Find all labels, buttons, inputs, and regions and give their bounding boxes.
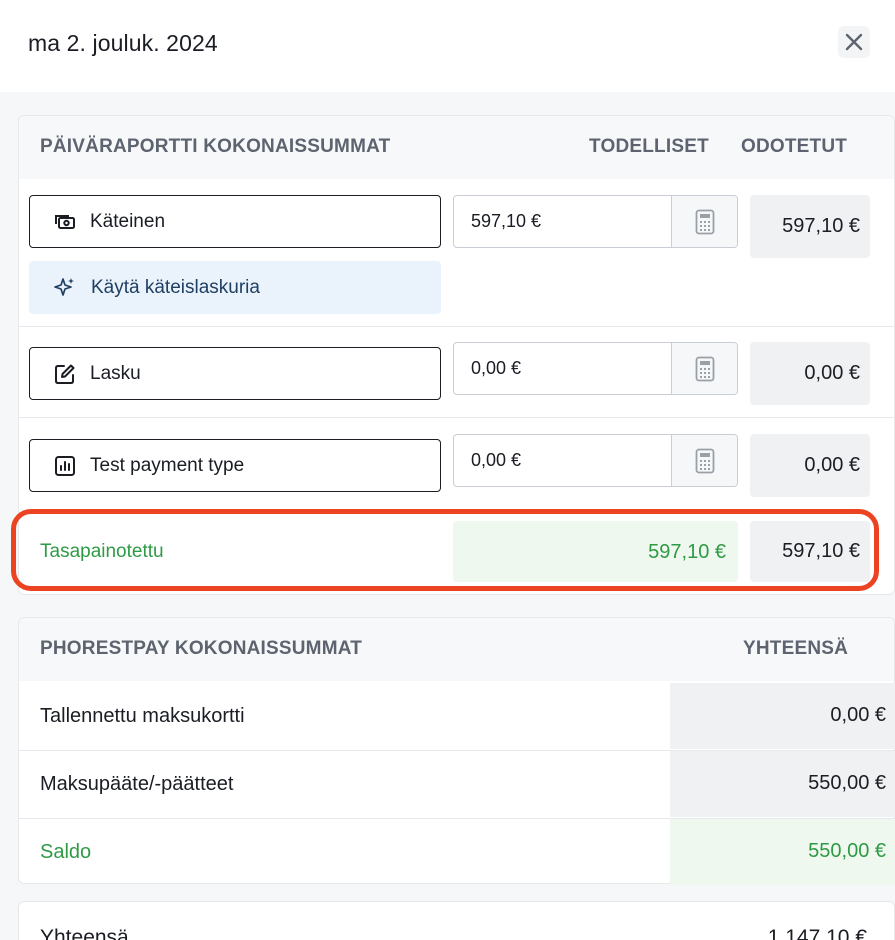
cash-calculator-button[interactable] (671, 196, 737, 247)
calculator-icon (695, 356, 714, 381)
expected-column-header: ODOTETUT (741, 136, 848, 157)
test-payment-button[interactable]: Test payment type (29, 439, 441, 492)
invoice-calculator-button[interactable] (671, 343, 737, 394)
table-row: Maksupääte/-päätteet 550,00 € (19, 751, 895, 818)
grand-total-card: Yhteensä 1 147,10 € (18, 901, 895, 940)
phorestpay-header: PHORESTPAY KOKONAISSUMMAT YHTEENSÄ (19, 618, 894, 681)
balanced-label: Tasapainotettu (40, 541, 164, 562)
modal-header: ma 2. jouluk. 2024 (0, 0, 895, 92)
cash-actual-field[interactable]: 597,10 € (453, 195, 738, 248)
invoice-payment-label: Lasku (90, 362, 141, 384)
table-row: Tallennettu maksukortti 0,00 € (19, 683, 895, 750)
saldo-value: 550,00 € (808, 840, 886, 862)
invoice-expected-value-box: 0,00 € (750, 342, 870, 405)
invoice-actual-field[interactable]: 0,00 € (453, 342, 738, 395)
close-icon (845, 33, 863, 51)
invoice-actual-value: 0,00 € (471, 358, 522, 378)
terminal-value-box: 550,00 € (670, 751, 895, 817)
saldo-value-box: 550,00 € (670, 819, 895, 885)
test-payment-actual-field[interactable]: 0,00 € (453, 434, 738, 487)
cash-icon (55, 214, 75, 229)
saldo-label: Saldo (40, 841, 92, 863)
daily-report-header: PÄIVÄRAPORTTI KOKONAISSUMMAT TODELLISET … (19, 116, 894, 179)
grand-total-value: 1 147,10 € (767, 926, 867, 940)
test-payment-label: Test payment type (90, 454, 245, 476)
test-payment-expected-value-box: 0,00 € (750, 434, 870, 497)
saved-card-value: 0,00 € (830, 704, 886, 726)
invoice-payment-button[interactable]: Lasku (29, 347, 441, 400)
saved-card-label: Tallennettu maksukortti (40, 705, 245, 727)
terminal-label: Maksupääte/-päätteet (40, 773, 234, 795)
edit-icon (55, 364, 75, 384)
cash-payment-label: Käteinen (90, 210, 166, 232)
grand-total-label: Yhteensä (40, 926, 129, 940)
phorestpay-title: PHORESTPAY KOKONAISSUMMAT (40, 638, 363, 659)
daily-report-title: PÄIVÄRAPORTTI KOKONAISSUMMAT (40, 136, 391, 157)
test-payment-expected-value: 0,00 € (804, 454, 860, 476)
test-payment-actual-value: 0,00 € (471, 450, 522, 470)
row-divider (19, 417, 894, 418)
actual-column-header: TODELLISET (589, 136, 709, 157)
cash-expected-value: 597,10 € (782, 215, 860, 237)
page-title: ma 2. jouluk. 2024 (28, 30, 218, 56)
saved-card-value-box: 0,00 € (670, 683, 895, 749)
terminal-value: 550,00 € (808, 772, 886, 794)
calculator-icon (695, 209, 714, 234)
cash-payment-button[interactable]: Käteinen (29, 195, 441, 248)
cash-actual-value: 597,10 € (471, 211, 542, 231)
sparkle-icon (54, 277, 74, 296)
balanced-actual-value: 597,10 € (648, 541, 726, 563)
close-button[interactable] (838, 26, 870, 58)
saldo-row: Saldo 550,00 € (19, 819, 895, 886)
cash-counter-button[interactable]: Käytä käteislaskuria (29, 261, 441, 314)
cash-counter-label: Käytä käteislaskuria (91, 276, 260, 298)
row-divider (19, 326, 894, 327)
balanced-expected-box: 597,10 € (750, 521, 870, 582)
cash-expected-value-box: 597,10 € (750, 195, 870, 258)
invoice-expected-value: 0,00 € (804, 362, 860, 384)
test-payment-calculator-button[interactable] (671, 435, 737, 486)
daily-report-card: PÄIVÄRAPORTTI KOKONAISSUMMAT TODELLISET … (18, 115, 895, 595)
balanced-actual-box: 597,10 € (453, 521, 738, 582)
phorestpay-card: PHORESTPAY KOKONAISSUMMAT YHTEENSÄ Talle… (18, 617, 895, 886)
calculator-icon (695, 448, 714, 473)
chart-icon (55, 455, 75, 476)
balanced-expected-value: 597,10 € (782, 540, 860, 562)
total-column-header: YHTEENSÄ (743, 638, 849, 659)
